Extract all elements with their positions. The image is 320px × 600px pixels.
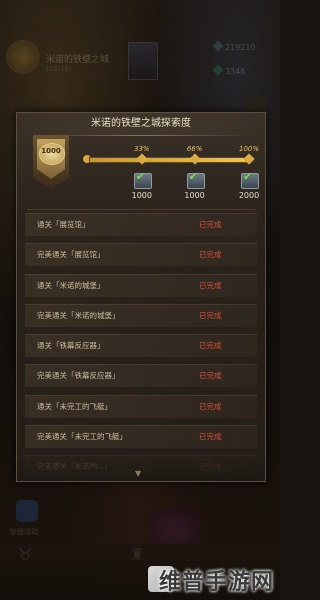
dialog-title: 米诺的铁壁之城探索度 [17, 113, 265, 135]
milestone-1[interactable]: 33% ✔ 1000 [122, 145, 162, 200]
task-label: 通关「未完工的飞艇」 [37, 401, 112, 411]
milestone-reward-value: 1000 [131, 191, 152, 200]
exploration-badge: 1000 [33, 135, 69, 189]
task-label: 通关「铁幕反应器」 [37, 341, 105, 351]
task-label: 完美通关「展览馆」 [37, 250, 105, 260]
exploration-dialog: 米诺的铁壁之城探索度 1000 33% ✔ 1000 66% ✔ 1000 100% ✔ 200… [16, 112, 266, 482]
milestone-percent: 66% [186, 145, 203, 153]
milestone-3[interactable]: 100% ✔ 2000 [229, 145, 265, 200]
task-row[interactable]: 通关「未完工的飞艇」 已完成 [25, 394, 257, 418]
task-row[interactable]: 完美通关「展览馆」 已完成 [25, 243, 257, 267]
task-status: 已完成 [199, 371, 222, 381]
watermark-text: 维普手游网 [158, 570, 274, 595]
task-status: 已完成 [199, 432, 222, 442]
claimed-check-icon: ✔ [135, 170, 146, 183]
milestone-reward-value: 1000 [184, 191, 205, 200]
divider [27, 209, 255, 210]
task-label: 通关「展览馆」 [37, 220, 90, 229]
task-row[interactable]: 通关「铁幕反应器」 已完成 [25, 334, 257, 358]
milestone-2[interactable]: 66% ✔ 1000 [175, 145, 215, 200]
badge-value: 1000 [41, 147, 61, 155]
milestone-percent: 33% [134, 145, 150, 153]
task-status: 已完成 [199, 280, 222, 290]
task-list[interactable]: 通关「展览馆」 已完成 完美通关「展览馆」 已完成 通关「米诺的城堡」 已完成 完美通关「米… [25, 213, 257, 481]
task-label: 完美通关「铁幕反应器」 [37, 371, 120, 381]
progress-fill [90, 158, 250, 162]
scroll-down-icon[interactable]: ▼ [135, 469, 141, 478]
claimed-check-icon: ✔ [243, 170, 253, 183]
task-status: 已完成 [199, 220, 222, 229]
milestone-percent: 100% [238, 145, 259, 153]
task-status: 已完成 [199, 310, 222, 320]
reward-chest-icon[interactable]: ✔ [186, 170, 205, 189]
claimed-check-icon: ✔ [188, 170, 198, 183]
reward-chest-icon[interactable]: ✔ [241, 170, 259, 189]
exploration-progress-bar [89, 157, 251, 163]
task-row[interactable]: 通关「米诺的城堡」 已完成 [25, 273, 257, 297]
task-status: 已完成 [199, 401, 222, 411]
task-row[interactable]: 完美通关「未完工的飞艇」 已完成 [25, 425, 257, 449]
task-row[interactable]: 完美通关「铁幕反应器」 已完成 [25, 364, 257, 388]
task-status: 已完成 [199, 250, 222, 260]
task-row[interactable]: 完美通关「米诺的城堡」 已完成 [25, 303, 257, 327]
reward-chest-icon[interactable]: ✔ [133, 170, 152, 189]
task-label: 通关「米诺的城堡」 [37, 280, 105, 290]
task-label: 完美通关「米诺的城堡」 [37, 310, 120, 320]
milestone-reward-value: 2000 [238, 191, 260, 200]
task-label: 完美通关「未完工的飞艇」 [37, 432, 127, 442]
task-row[interactable]: 通关「展览馆」 已完成 [25, 213, 257, 236]
task-status: 已完成 [199, 341, 222, 351]
